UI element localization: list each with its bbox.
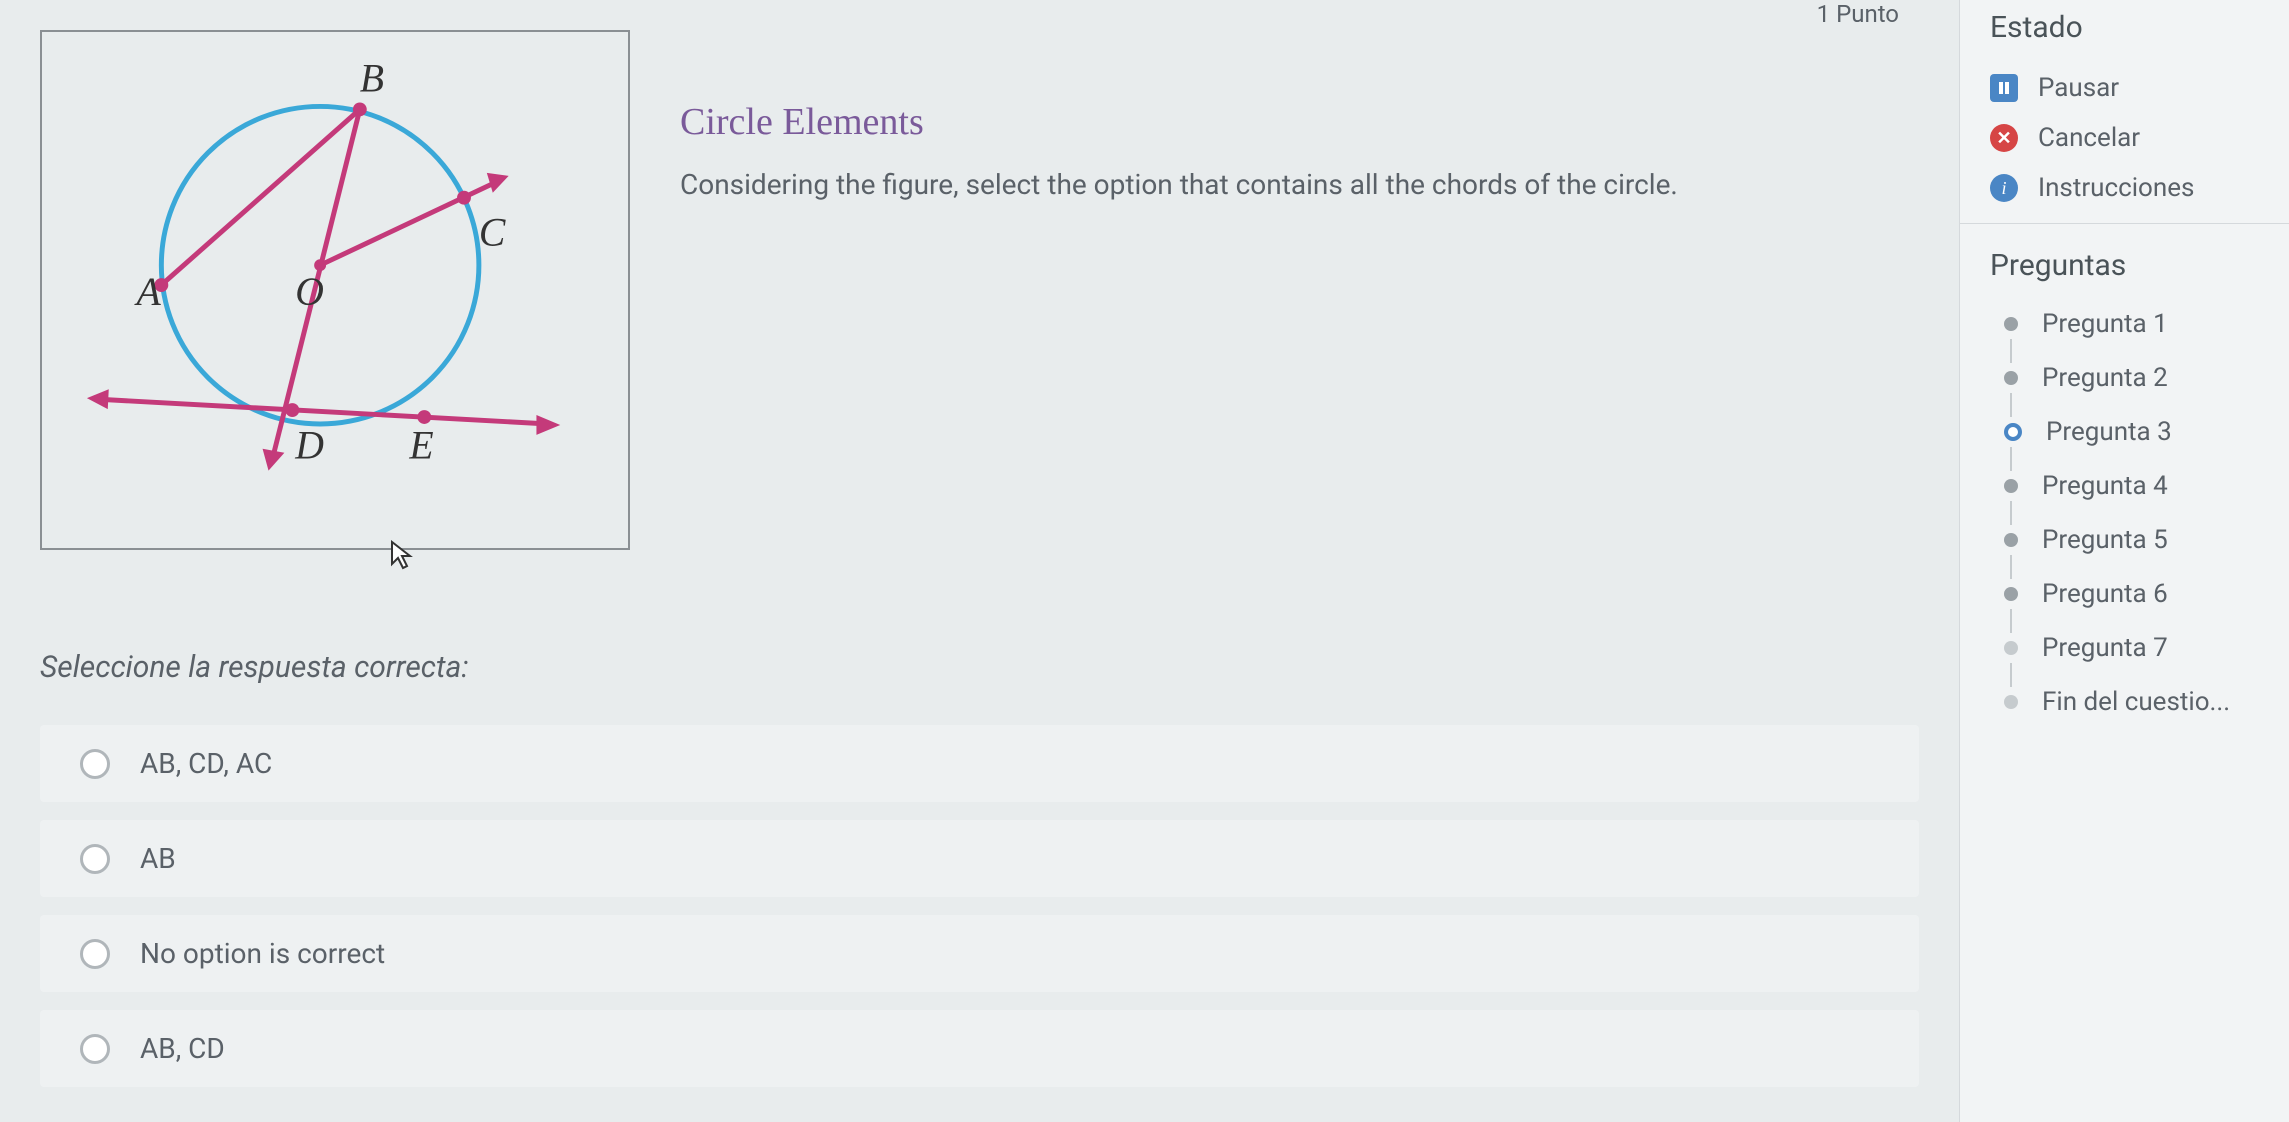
option-label: AB	[140, 842, 176, 875]
question-nav-end[interactable]: Fin del cuestio...	[1990, 675, 2259, 729]
connector-line	[2010, 339, 2012, 363]
label-D: D	[294, 424, 324, 468]
radio-icon	[80, 844, 110, 874]
question-nav-7[interactable]: Pregunta 7	[1990, 621, 2259, 675]
pause-icon	[1990, 74, 2018, 102]
answer-instruction: Seleccione la respuesta correcta:	[40, 650, 1919, 685]
question-nav-3[interactable]: Pregunta 3	[1990, 405, 2259, 459]
content-row: B A O C D E Circle Elements Considering …	[40, 30, 1919, 550]
question-title: Circle Elements	[680, 100, 1919, 144]
dot-icon	[2004, 641, 2018, 655]
cursor-icon	[390, 540, 414, 578]
question-nav-5[interactable]: Pregunta 5	[1990, 513, 2259, 567]
connector-line	[2010, 609, 2012, 633]
info-icon: i	[1990, 174, 2018, 202]
question-list: Preguntas Pregunta 1 Pregunta 2 Pregunta…	[1960, 234, 2289, 729]
cancel-icon: ✕	[1990, 124, 2018, 152]
top-bar: 1 Punto	[40, 0, 1919, 30]
preguntas-title: Preguntas	[1990, 234, 2259, 297]
estado-title: Estado	[1960, 0, 2289, 63]
radio-icon	[80, 749, 110, 779]
option-label: AB, CD	[140, 1032, 225, 1065]
label-E: E	[408, 424, 433, 468]
radio-icon	[80, 1034, 110, 1064]
option-4[interactable]: AB, CD	[40, 1010, 1919, 1087]
option-2[interactable]: AB	[40, 820, 1919, 897]
option-label: No option is correct	[140, 937, 385, 970]
instrucciones-button[interactable]: i Instrucciones	[1960, 163, 2289, 213]
question-nav-4[interactable]: Pregunta 4	[1990, 459, 2259, 513]
radio-icon	[80, 939, 110, 969]
connector-line	[2010, 555, 2012, 579]
question-nav-label: Pregunta 1	[2042, 309, 2168, 339]
question-nav-2[interactable]: Pregunta 2	[1990, 351, 2259, 405]
option-3[interactable]: No option is correct	[40, 915, 1919, 992]
circle-diagram: B A O C D E	[42, 32, 628, 548]
label-C: C	[479, 210, 506, 254]
question-nav-1[interactable]: Pregunta 1	[1990, 297, 2259, 351]
question-nav-6[interactable]: Pregunta 6	[1990, 567, 2259, 621]
dot-current-icon	[2004, 423, 2022, 441]
connector-line	[2010, 501, 2012, 525]
option-label: AB, CD, AC	[140, 747, 272, 780]
cancelar-button[interactable]: ✕ Cancelar	[1960, 113, 2289, 163]
question-body: Circle Elements Considering the figure, …	[680, 30, 1919, 550]
question-nav-label: Fin del cuestio...	[2042, 687, 2230, 717]
question-nav-label: Pregunta 3	[2046, 417, 2172, 447]
label-O: O	[295, 270, 324, 314]
question-nav-label: Pregunta 6	[2042, 579, 2168, 609]
question-nav-label: Pregunta 5	[2042, 525, 2168, 555]
sidebar: Estado Pausar ✕ Cancelar i Instrucciones…	[1959, 0, 2289, 1122]
pausar-label: Pausar	[2038, 73, 2119, 103]
label-A: A	[134, 270, 162, 314]
divider	[1960, 223, 2289, 224]
main-content: 1 Punto	[0, 0, 1959, 1122]
connector-line	[2010, 447, 2012, 471]
connector-line	[2010, 393, 2012, 417]
question-prompt: Considering the figure, select the optio…	[680, 164, 1919, 206]
question-nav-label: Pregunta 4	[2042, 471, 2168, 501]
dot-icon	[2004, 695, 2018, 709]
option-1[interactable]: AB, CD, AC	[40, 725, 1919, 802]
dot-icon	[2004, 371, 2018, 385]
label-B: B	[360, 57, 384, 101]
pausar-button[interactable]: Pausar	[1960, 63, 2289, 113]
dot-icon	[2004, 533, 2018, 547]
figure-box: B A O C D E	[40, 30, 630, 550]
dot-icon	[2004, 317, 2018, 331]
options-list: AB, CD, AC AB No option is correct AB, C…	[40, 725, 1919, 1087]
points-label: 1 Punto	[1817, 0, 1899, 28]
question-nav-label: Pregunta 7	[2042, 633, 2168, 663]
dot-icon	[2004, 479, 2018, 493]
cancelar-label: Cancelar	[2038, 123, 2140, 153]
dot-icon	[2004, 587, 2018, 601]
connector-line	[2010, 663, 2012, 687]
question-nav-label: Pregunta 2	[2042, 363, 2168, 393]
instrucciones-label: Instrucciones	[2038, 173, 2194, 203]
